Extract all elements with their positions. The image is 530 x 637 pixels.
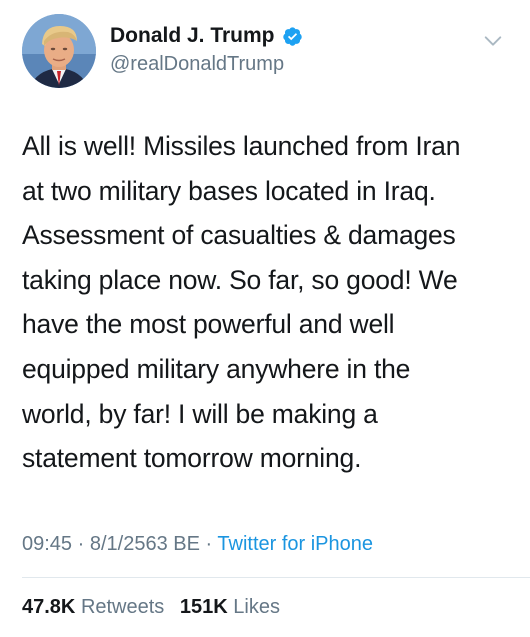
tweet-text-line: statement tomorrow morning. xyxy=(22,443,362,474)
chevron-down-icon[interactable] xyxy=(482,30,504,52)
tweet-time[interactable]: 09:45 xyxy=(22,533,72,555)
verified-badge-icon xyxy=(282,26,303,47)
tweet-header: Donald J. Trump @realDonaldTrump xyxy=(22,14,512,90)
tweet-source-link[interactable]: Twitter for iPhone xyxy=(217,533,373,555)
tweet-text-line: All is well! Missiles launched from Iran xyxy=(22,131,461,161)
tweet-stats: 47.8K Retweets 151K Likes xyxy=(22,593,280,621)
likes-label: Likes xyxy=(233,596,280,618)
retweets-stat[interactable]: 47.8K Retweets xyxy=(22,596,170,618)
tweet-text-line: at two military bases located in Iraq. xyxy=(22,175,436,206)
retweets-label: Retweets xyxy=(80,596,165,618)
tweet-text: All is well! Missiles launched from Iran… xyxy=(22,124,517,481)
retweets-count: 47.8K xyxy=(22,596,76,618)
likes-count: 151K xyxy=(179,596,228,618)
meta-separator: · xyxy=(205,533,213,555)
tweet-text-line: world, by far! I will be making a xyxy=(22,398,378,429)
display-name[interactable]: Donald J. Trump xyxy=(110,23,275,49)
tweet-text-line: taking place now. So far, so good! We xyxy=(22,264,458,295)
user-names: Donald J. Trump @realDonaldTrump xyxy=(110,22,470,77)
name-row: Donald J. Trump xyxy=(110,22,470,50)
user-handle[interactable]: @realDonaldTrump xyxy=(110,51,470,77)
divider xyxy=(22,577,530,578)
likes-stat[interactable]: 151K Likes xyxy=(180,596,280,618)
tweet-text-line: Assessment of casualties & damages xyxy=(22,220,456,251)
tweet-text-line: equipped military anywhere in the xyxy=(22,353,411,384)
tweet-meta: 09:45 · 8/1/2563 BE · Twitter for iPhone xyxy=(22,530,373,558)
meta-separator: · xyxy=(77,533,85,555)
tweet-card: Donald J. Trump @realDonaldTrump All is … xyxy=(0,0,530,637)
tweet-date[interactable]: 8/1/2563 BE xyxy=(90,533,200,555)
tweet-text-line: have the most powerful and well xyxy=(22,309,395,340)
avatar[interactable] xyxy=(22,14,96,88)
avatar-image xyxy=(22,14,96,88)
